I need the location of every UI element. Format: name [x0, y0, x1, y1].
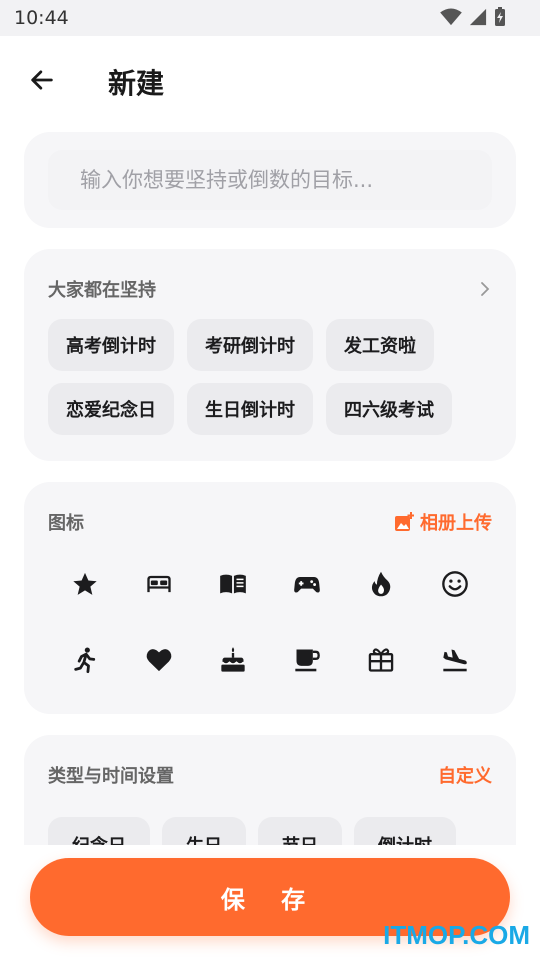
popular-title: 大家都在坚持	[48, 280, 156, 301]
gift-icon	[368, 648, 394, 672]
type-header: 类型与时间设置 自定义	[48, 761, 492, 789]
plane-landing-icon	[443, 649, 467, 672]
popular-chip[interactable]: 恋爱纪念日	[48, 383, 174, 435]
icon-option[interactable]	[344, 546, 418, 622]
icon-option[interactable]	[344, 622, 418, 698]
goal-input-card	[24, 132, 516, 228]
icon-option[interactable]	[122, 546, 196, 622]
signal-icon	[469, 8, 487, 26]
chevron-right-icon[interactable]	[478, 281, 492, 297]
book-icon	[220, 574, 246, 594]
icon-option[interactable]	[196, 622, 270, 698]
popular-chip[interactable]: 发工资啦	[326, 319, 434, 371]
popular-chip[interactable]: 考研倒计时	[187, 319, 313, 371]
goal-input[interactable]	[48, 150, 492, 210]
wifi-icon	[440, 8, 462, 26]
status-time: 10:44	[14, 7, 69, 29]
gamepad-icon	[294, 577, 320, 593]
icon-option[interactable]	[418, 622, 492, 698]
heart-icon	[146, 649, 172, 672]
icon-option[interactable]	[122, 622, 196, 698]
bed-icon	[147, 575, 171, 593]
running-icon	[74, 647, 96, 674]
custom-button[interactable]: 自定义	[438, 762, 492, 788]
page-title: 新建	[108, 67, 165, 100]
watermark: ITMOP.COM	[383, 920, 530, 950]
status-icons	[440, 7, 506, 27]
album-upload-button[interactable]: 相册上传	[394, 509, 492, 535]
popular-chip[interactable]: 高考倒计时	[48, 319, 174, 371]
icon-option[interactable]	[270, 622, 344, 698]
album-upload-label: 相册上传	[420, 513, 492, 534]
smiley-icon	[442, 571, 468, 597]
popular-chips: 高考倒计时 考研倒计时 发工资啦 恋爱纪念日 生日倒计时 四六级考试	[48, 319, 498, 435]
popular-card: 大家都在坚持 高考倒计时 考研倒计时 发工资啦 恋爱纪念日 生日倒计时 四六级考…	[24, 249, 516, 461]
icon-option[interactable]	[270, 546, 344, 622]
icon-option[interactable]	[48, 546, 122, 622]
status-bar: 10:44	[0, 0, 540, 36]
icon-option[interactable]	[48, 622, 122, 698]
icon-section-title: 图标	[48, 513, 84, 534]
icon-grid	[48, 546, 492, 698]
popular-chip[interactable]: 生日倒计时	[187, 383, 313, 435]
icon-card: 图标 相册上传	[24, 482, 516, 714]
icon-header: 图标 相册上传	[48, 508, 492, 536]
icon-option[interactable]	[196, 546, 270, 622]
icon-option[interactable]	[418, 546, 492, 622]
type-section-title: 类型与时间设置	[48, 766, 174, 787]
coffee-icon	[295, 649, 320, 672]
cake-icon	[221, 647, 245, 672]
back-button[interactable]	[22, 60, 62, 100]
fire-icon	[371, 571, 391, 597]
arrow-left-icon	[31, 70, 53, 90]
popular-chip[interactable]: 四六级考试	[326, 383, 452, 435]
star-icon	[73, 572, 97, 595]
popular-header[interactable]: 大家都在坚持	[48, 275, 492, 303]
app-header: 新建	[0, 36, 540, 126]
image-add-icon	[395, 512, 414, 531]
battery-icon	[495, 7, 505, 26]
